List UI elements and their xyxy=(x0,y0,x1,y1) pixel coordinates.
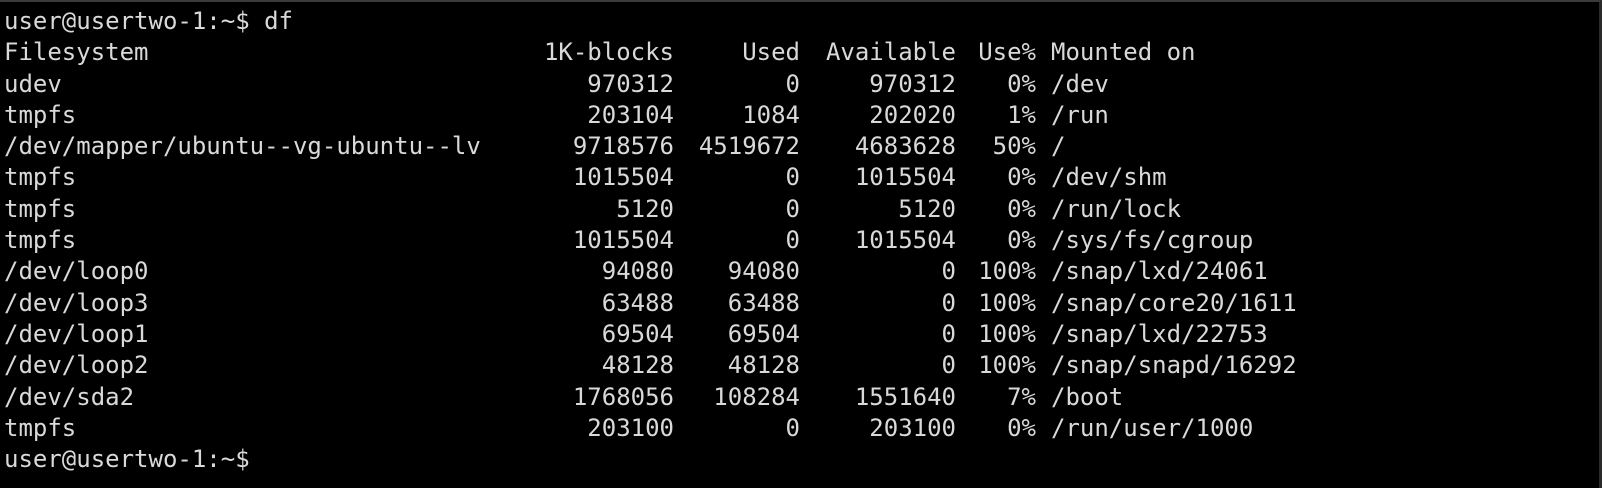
cell-1k-blocks: 48128 xyxy=(601,351,674,380)
header-use-percent: Use% xyxy=(978,38,1036,67)
cell-mounted-on: /run/lock xyxy=(1051,194,1182,223)
cell-1k-blocks: 1768056 xyxy=(572,382,674,411)
cell-mounted-on: /snap/lxd/24061 xyxy=(1051,257,1268,286)
table-row: /dev/loop3 63488 63488 0 100% /snap/core20/16… xyxy=(4,288,1297,319)
cell-use-percent: 100% xyxy=(978,288,1036,317)
cell-mounted-on: /boot xyxy=(1051,382,1124,411)
df-output-table: Filesystem 1K-blocks Used Available Use%… xyxy=(4,37,1297,444)
cell-filesystem: /dev/mapper/ubuntu--vg-ubuntu--lv xyxy=(4,132,481,161)
cell-used: 94080 xyxy=(727,257,800,286)
cell-used: 0 xyxy=(785,226,800,255)
cell-use-percent: 1% xyxy=(1007,100,1036,129)
cell-filesystem: tmpfs xyxy=(4,100,77,129)
header-mounted-on: Mounted on xyxy=(1051,38,1196,67)
cell-filesystem: /dev/loop1 xyxy=(4,319,149,348)
df-header-row: Filesystem 1K-blocks Used Available Use%… xyxy=(4,37,1297,68)
cell-available: 0 xyxy=(941,319,956,348)
cell-use-percent: 100% xyxy=(978,319,1036,348)
terminal-window[interactable]: user@usertwo-1:~$ df Filesystem 1K-block… xyxy=(0,0,1602,488)
cell-mounted-on: / xyxy=(1051,132,1066,161)
cell-available: 0 xyxy=(941,288,956,317)
cell-filesystem: /dev/loop0 xyxy=(4,257,149,286)
cell-use-percent: 100% xyxy=(978,257,1036,286)
cell-1k-blocks: 1015504 xyxy=(572,163,674,192)
cell-used: 63488 xyxy=(727,288,800,317)
table-row: udev 970312 0 970312 0% /dev xyxy=(4,69,1297,100)
table-row: /dev/loop0 94080 94080 0 100% /snap/lxd/24061 xyxy=(4,256,1297,287)
cell-use-percent: 7% xyxy=(1007,382,1036,411)
shell-prompt: user@usertwo-1:~$ xyxy=(4,445,265,474)
cell-used: 1084 xyxy=(742,100,800,129)
cell-1k-blocks: 9718576 xyxy=(572,132,674,161)
cell-mounted-on: /dev/shm xyxy=(1051,163,1167,192)
table-row: /dev/loop2 48128 48128 0 100% /snap/snapd/162… xyxy=(4,350,1297,381)
cell-used: 0 xyxy=(785,194,800,223)
cell-available: 1015504 xyxy=(854,226,956,255)
cell-used: 4519672 xyxy=(698,132,800,161)
cell-1k-blocks: 970312 xyxy=(587,69,674,98)
cell-1k-blocks: 203100 xyxy=(587,413,674,442)
cell-filesystem: tmpfs xyxy=(4,413,77,442)
cell-1k-blocks: 1015504 xyxy=(572,226,674,255)
cell-use-percent: 0% xyxy=(1007,69,1036,98)
terminal-cursor xyxy=(264,446,278,472)
cell-use-percent: 0% xyxy=(1007,226,1036,255)
table-row: tmpfs 5120 0 5120 0% /run/lock xyxy=(4,194,1297,225)
final-prompt-line[interactable]: user@usertwo-1:~$ xyxy=(4,444,1599,475)
cell-mounted-on: /snap/lxd/22753 xyxy=(1051,319,1268,348)
cell-used: 0 xyxy=(785,163,800,192)
cell-used: 0 xyxy=(785,69,800,98)
cell-use-percent: 0% xyxy=(1007,194,1036,223)
table-row: tmpfs 1015504 0 1015504 0% /dev/shm xyxy=(4,162,1297,193)
cell-mounted-on: /sys/fs/cgroup xyxy=(1051,226,1254,255)
cell-filesystem: /dev/loop2 xyxy=(4,351,149,380)
cell-filesystem: tmpfs xyxy=(4,163,77,192)
cell-mounted-on: /snap/core20/1611 xyxy=(1051,288,1297,317)
cell-mounted-on: /run/user/1000 xyxy=(1051,413,1254,442)
cell-available: 0 xyxy=(941,257,956,286)
header-filesystem: Filesystem xyxy=(4,38,149,67)
cell-1k-blocks: 63488 xyxy=(601,288,674,317)
table-row: /dev/loop1 69504 69504 0 100% /snap/lxd/22753 xyxy=(4,319,1297,350)
table-row: /dev/sda2 1768056 108284 1551640 7% /boot xyxy=(4,382,1297,413)
cell-use-percent: 0% xyxy=(1007,163,1036,192)
cell-used: 69504 xyxy=(727,319,800,348)
cell-used: 108284 xyxy=(713,382,800,411)
cell-filesystem: /dev/sda2 xyxy=(4,382,135,411)
cell-1k-blocks: 69504 xyxy=(601,319,674,348)
cell-filesystem: udev xyxy=(4,69,62,98)
cell-use-percent: 0% xyxy=(1007,413,1036,442)
cell-mounted-on: /dev xyxy=(1051,69,1109,98)
cell-available: 1015504 xyxy=(854,163,956,192)
cell-available: 1551640 xyxy=(854,382,956,411)
cell-filesystem: /dev/loop3 xyxy=(4,288,149,317)
header-available: Available xyxy=(825,38,956,67)
header-used: Used xyxy=(742,38,800,67)
table-row: tmpfs 1015504 0 1015504 0% /sys/fs/cgroup xyxy=(4,225,1297,256)
cell-use-percent: 100% xyxy=(978,351,1036,380)
shell-prompt: user@usertwo-1:~$ xyxy=(4,7,265,35)
table-row: tmpfs 203100 0 203100 0% /run/user/1000 xyxy=(4,413,1297,444)
cell-available: 202020 xyxy=(869,100,956,129)
cell-filesystem: tmpfs xyxy=(4,226,77,255)
cell-use-percent: 50% xyxy=(992,132,1036,161)
cell-available: 970312 xyxy=(869,69,956,98)
table-row: /dev/mapper/ubuntu--vg-ubuntu--lv 9718576… xyxy=(4,131,1297,162)
table-row: tmpfs 203104 1084 202020 1% /run xyxy=(4,100,1297,131)
cell-filesystem: tmpfs xyxy=(4,194,77,223)
cell-1k-blocks: 5120 xyxy=(616,194,674,223)
cell-1k-blocks: 94080 xyxy=(601,257,674,286)
cell-used: 48128 xyxy=(727,351,800,380)
cell-1k-blocks: 203104 xyxy=(587,100,674,129)
cell-used: 0 xyxy=(785,413,800,442)
cell-available: 0 xyxy=(941,351,956,380)
command-line: user@usertwo-1:~$ df xyxy=(4,6,1599,37)
cell-mounted-on: /run xyxy=(1051,100,1109,129)
cell-available: 5120 xyxy=(898,194,956,223)
cell-available: 203100 xyxy=(869,413,956,442)
command-text: df xyxy=(264,7,293,35)
cell-available: 4683628 xyxy=(854,132,956,161)
header-1k-blocks: 1K-blocks xyxy=(543,38,674,67)
cell-mounted-on: /snap/snapd/16292 xyxy=(1051,351,1297,380)
